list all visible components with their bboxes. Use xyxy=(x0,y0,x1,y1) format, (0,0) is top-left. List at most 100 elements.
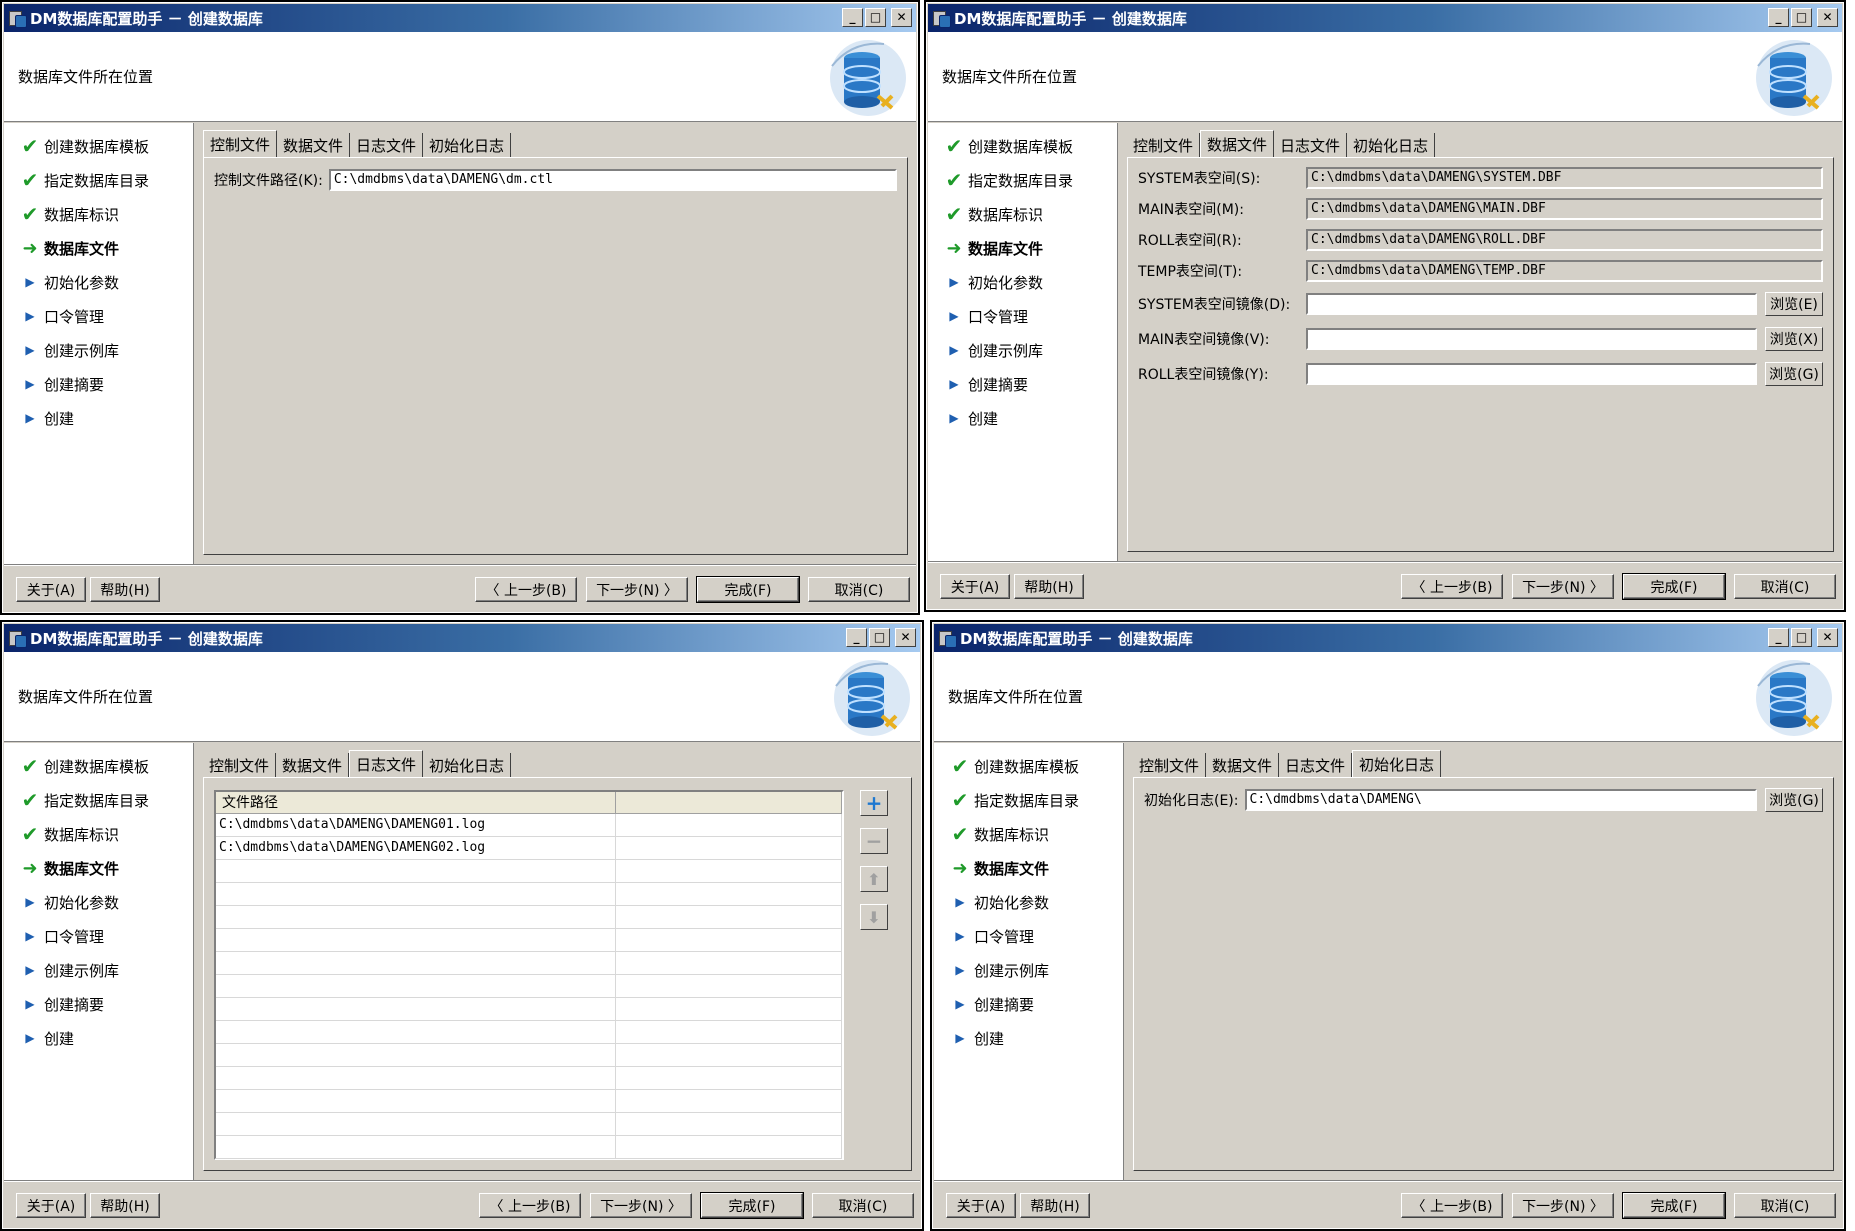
table-row[interactable] xyxy=(216,1113,842,1136)
tab-data-file[interactable]: 数据文件 xyxy=(277,133,351,157)
tab-init-log[interactable]: 初始化日志 xyxy=(1347,133,1436,157)
remove-icon[interactable]: − xyxy=(860,828,888,854)
table-row[interactable] xyxy=(216,906,842,929)
help-button[interactable]: 帮助(H) xyxy=(90,1193,160,1218)
prev-button[interactable]: 〈 上一步(B) xyxy=(475,577,577,602)
table-row[interactable] xyxy=(216,1136,842,1159)
cancel-button[interactable]: 取消(C) xyxy=(812,1193,914,1218)
maximize-button[interactable]: □ xyxy=(1791,628,1812,647)
file-path-cell[interactable] xyxy=(216,1113,616,1135)
close-button[interactable]: ✕ xyxy=(1817,8,1838,27)
tab-control-file[interactable]: 控制文件 xyxy=(203,130,278,158)
finish-button[interactable]: 完成(F) xyxy=(1622,1192,1726,1219)
finish-button[interactable]: 完成(F) xyxy=(700,1192,804,1219)
mirror-path-input[interactable] xyxy=(1306,328,1757,350)
next-button[interactable]: 下一步(N) 〉 xyxy=(1512,1193,1614,1218)
about-button[interactable]: 关于(A) xyxy=(16,577,86,602)
tab-control-file[interactable]: 控制文件 xyxy=(203,753,277,777)
table-row[interactable] xyxy=(216,952,842,975)
close-button[interactable]: ✕ xyxy=(1817,628,1838,647)
tab-data-file[interactable]: 数据文件 xyxy=(1206,753,1280,777)
finish-button[interactable]: 完成(F) xyxy=(1622,573,1726,600)
finish-button[interactable]: 完成(F) xyxy=(696,576,800,603)
mirror-path-input[interactable] xyxy=(1306,363,1757,385)
tab-log-file[interactable]: 日志文件 xyxy=(349,750,424,778)
browse-button[interactable]: 浏览(G) xyxy=(1765,362,1823,386)
minimize-button[interactable]: _ xyxy=(842,8,863,27)
prev-button[interactable]: 〈 上一步(B) xyxy=(1401,1193,1503,1218)
file-path-cell[interactable] xyxy=(216,906,616,928)
title-bar[interactable]: DM数据库配置助手 － 创建数据库 _ □ ✕ xyxy=(934,624,1842,652)
cancel-button[interactable]: 取消(C) xyxy=(808,577,910,602)
help-button[interactable]: 帮助(H) xyxy=(1020,1193,1090,1218)
title-bar[interactable]: DM数据库配置助手 － 创建数据库 _ □ ✕ xyxy=(4,624,920,652)
table-row[interactable]: C:\dmdbms\data\DAMENG\DAMENG02.log xyxy=(216,837,842,860)
maximize-button[interactable]: □ xyxy=(865,8,886,27)
tab-log-file[interactable]: 日志文件 xyxy=(1274,133,1348,157)
file-path-cell[interactable] xyxy=(216,929,616,951)
prev-button[interactable]: 〈 上一步(B) xyxy=(479,1193,581,1218)
browse-button[interactable]: 浏览(G) xyxy=(1765,788,1823,812)
file-path-cell[interactable]: C:\dmdbms\data\DAMENG\DAMENG01.log xyxy=(216,814,616,836)
column-header-file-path[interactable]: 文件路径 xyxy=(216,792,616,813)
browse-button[interactable]: 浏览(X) xyxy=(1765,327,1823,351)
maximize-button[interactable]: □ xyxy=(1791,8,1812,27)
file-path-cell[interactable]: C:\dmdbms\data\DAMENG\DAMENG02.log xyxy=(216,837,616,859)
table-row[interactable] xyxy=(216,1067,842,1090)
move-up-icon[interactable]: ⬆ xyxy=(860,866,888,892)
help-button[interactable]: 帮助(H) xyxy=(90,577,160,602)
about-button[interactable]: 关于(A) xyxy=(946,1193,1016,1218)
file-path-cell[interactable] xyxy=(216,998,616,1020)
prev-button[interactable]: 〈 上一步(B) xyxy=(1401,574,1503,599)
move-down-icon[interactable]: ⬇ xyxy=(860,904,888,930)
file-path-cell[interactable] xyxy=(216,1090,616,1112)
title-bar[interactable]: DM数据库配置助手 － 创建数据库 _ □ ✕ xyxy=(4,4,916,32)
table-row[interactable] xyxy=(216,998,842,1021)
control-file-path-input[interactable]: C:\dmdbms\data\DAMENG\dm.ctl xyxy=(328,169,897,191)
tab-control-file[interactable]: 控制文件 xyxy=(1127,133,1201,157)
table-row[interactable] xyxy=(216,883,842,906)
cancel-button[interactable]: 取消(C) xyxy=(1734,574,1836,599)
table-row[interactable]: C:\dmdbms\data\DAMENG\DAMENG01.log xyxy=(216,814,842,837)
browse-button[interactable]: 浏览(E) xyxy=(1765,292,1823,316)
cancel-button[interactable]: 取消(C) xyxy=(1734,1193,1836,1218)
table-row[interactable] xyxy=(216,975,842,998)
tab-init-log[interactable]: 初始化日志 xyxy=(423,133,512,157)
about-button[interactable]: 关于(A) xyxy=(940,574,1010,599)
table-row[interactable] xyxy=(216,1021,842,1044)
minimize-button[interactable]: _ xyxy=(1768,628,1789,647)
file-path-cell[interactable] xyxy=(216,1044,616,1066)
file-path-cell[interactable] xyxy=(216,1067,616,1089)
tab-data-file[interactable]: 数据文件 xyxy=(1200,130,1275,158)
log-file-table[interactable]: 文件路径 C:\dmdbms\data\DAMENG\DAMENG01.log C… xyxy=(214,790,844,1160)
init-log-path-input[interactable]: C:\dmdbms\data\DAMENG\ xyxy=(1244,789,1757,811)
close-button[interactable]: ✕ xyxy=(895,628,916,647)
table-row[interactable] xyxy=(216,1044,842,1067)
file-path-cell[interactable] xyxy=(216,1021,616,1043)
next-button[interactable]: 下一步(N) 〉 xyxy=(586,577,688,602)
title-bar[interactable]: DM数据库配置助手 － 创建数据库 _ □ ✕ xyxy=(928,4,1842,32)
tab-control-file[interactable]: 控制文件 xyxy=(1133,753,1207,777)
file-path-cell[interactable] xyxy=(216,952,616,974)
close-button[interactable]: ✕ xyxy=(891,8,912,27)
table-row[interactable] xyxy=(216,860,842,883)
file-path-cell[interactable] xyxy=(216,1136,616,1158)
minimize-button[interactable]: _ xyxy=(1768,8,1789,27)
help-button[interactable]: 帮助(H) xyxy=(1014,574,1084,599)
tab-init-log[interactable]: 初始化日志 xyxy=(1352,750,1442,778)
next-button[interactable]: 下一步(N) 〉 xyxy=(590,1193,692,1218)
table-row[interactable] xyxy=(216,929,842,952)
tab-init-log[interactable]: 初始化日志 xyxy=(423,753,512,777)
maximize-button[interactable]: □ xyxy=(869,628,890,647)
tab-log-file[interactable]: 日志文件 xyxy=(1279,753,1353,777)
minimize-button[interactable]: _ xyxy=(846,628,867,647)
file-path-cell[interactable] xyxy=(216,883,616,905)
tab-data-file[interactable]: 数据文件 xyxy=(276,753,350,777)
next-button[interactable]: 下一步(N) 〉 xyxy=(1512,574,1614,599)
file-path-cell[interactable] xyxy=(216,860,616,882)
file-path-cell[interactable] xyxy=(216,975,616,997)
table-row[interactable] xyxy=(216,1090,842,1113)
add-icon[interactable]: + xyxy=(860,790,888,816)
mirror-path-input[interactable] xyxy=(1306,293,1757,315)
about-button[interactable]: 关于(A) xyxy=(16,1193,86,1218)
